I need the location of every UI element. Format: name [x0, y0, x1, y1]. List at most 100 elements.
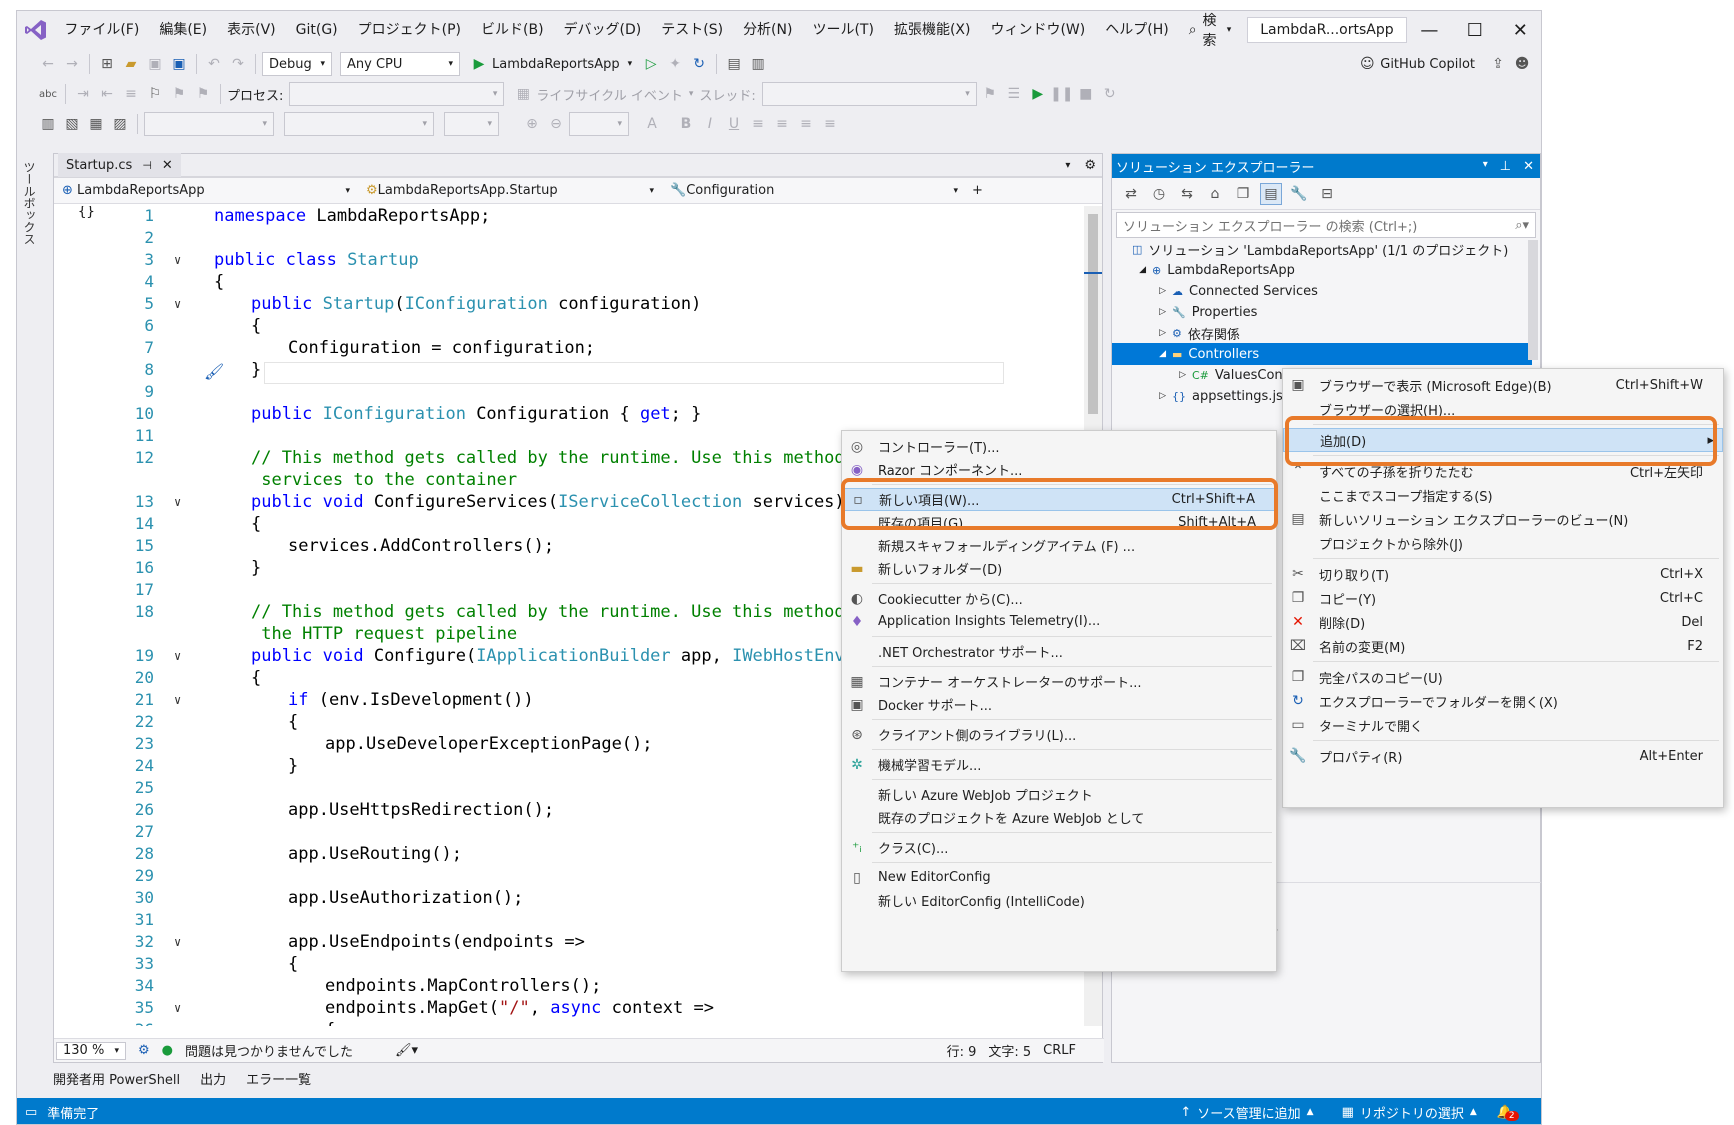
menu-item[interactable]: ⁺ᵢ クラス(C)... [842, 836, 1276, 859]
tree-node[interactable]: ◢ ⊕ LambdaReportsApp [1112, 259, 1532, 281]
menu-item[interactable]: 新しい Azure WebJob プロジェクト [842, 783, 1276, 806]
comment-icon[interactable]: ≡ [120, 83, 142, 105]
menu-item[interactable]: 拡張機能(X) [884, 11, 981, 49]
preview-icon[interactable]: ⊟ [1316, 183, 1338, 205]
pin-icon[interactable]: ⊥ [1500, 159, 1511, 174]
continue-icon[interactable]: ▶ [1027, 83, 1049, 105]
platform-select[interactable]: Any CPU ▾ [340, 52, 460, 76]
format-select-1[interactable]: ▾ [144, 112, 274, 136]
bold-icon[interactable]: B [675, 113, 697, 135]
expander-icon[interactable]: ◢ [1112, 349, 1166, 359]
switch-views-icon[interactable]: ⇄ [1120, 183, 1142, 205]
code-line[interactable]: } [288, 756, 298, 778]
close-tab-icon[interactable]: ✕ [162, 158, 173, 173]
expander-icon[interactable]: ◢ [1112, 265, 1146, 275]
italic-icon[interactable]: I [699, 113, 721, 135]
menu-item[interactable]: ◐ Cookiecutter から(C)... [842, 587, 1276, 610]
show-all-files-icon[interactable]: ▤ [1260, 182, 1282, 205]
cleanup-icon[interactable]: 🖌▾ [395, 1043, 418, 1058]
undo-icon[interactable]: ↶ [203, 53, 225, 75]
run-target-label[interactable]: LambdaReportsApp [492, 57, 620, 72]
tree-node[interactable]: ▷ ☁ Connected Services [1112, 280, 1532, 302]
stack-icon[interactable]: ☰ [1003, 83, 1025, 105]
code-line[interactable]: app.UseHttpsRedirection(); [288, 800, 554, 822]
menu-item[interactable]: ウィンドウ(W) [980, 11, 1095, 49]
expander-icon[interactable]: ▷ [1112, 391, 1166, 401]
menu-item[interactable]: ヘルプ(H) [1095, 11, 1178, 49]
code-line[interactable]: the HTTP request pipeline [251, 624, 517, 646]
menu-item[interactable]: ツール(T) [802, 11, 883, 49]
code-line[interactable]: { [325, 1020, 335, 1026]
menu-item[interactable]: ▯ New EditorConfig [842, 866, 1276, 889]
menu-item[interactable]: テスト(S) [651, 11, 733, 49]
menu-item[interactable]: 分析(N) [733, 11, 802, 49]
nav-member-select[interactable]: 🔧Configuration ▾ [664, 179, 964, 203]
zoom-in-icon[interactable]: ⊕ [521, 113, 543, 135]
code-line[interactable]: endpoints.MapGet("/", async context => [325, 998, 714, 1020]
menu-item[interactable]: ✂ 切り取り(T) Ctrl+X [1283, 562, 1723, 586]
menu-item[interactable]: プロジェクトから除外(J) [1283, 531, 1723, 555]
tree-node[interactable]: ▷ ⚙ 依存関係 [1112, 322, 1532, 344]
menu-item[interactable]: ▦ コンテナー オーケストレーターのサポート... [842, 670, 1276, 693]
outdent-icon[interactable]: ⇤ [96, 83, 118, 105]
menu-item[interactable]: ⌧ 名前の変更(M) F2 [1283, 634, 1723, 658]
format-select-3[interactable]: ▾ [444, 112, 499, 136]
menu-item[interactable]: ♦ Application Insights Telemetry(I)... [842, 610, 1276, 633]
menu-item[interactable]: Git(G) [286, 11, 348, 49]
expander-icon[interactable]: ▷ [1112, 307, 1166, 317]
new-project-icon[interactable]: ⊞ [96, 53, 118, 75]
toolbox-panel[interactable]: ツールボックス [17, 151, 47, 1091]
maximize-button[interactable]: ☐ [1452, 20, 1497, 41]
copilot-button[interactable]: GitHub Copilot [1380, 57, 1475, 72]
tab-overflow-icon[interactable]: ▾ [1065, 160, 1070, 171]
fold-toggle-icon[interactable]: ∨ [174, 935, 181, 949]
lifecycle-label[interactable]: ライフサイクル イベント [536, 85, 682, 104]
menu-item[interactable]: ▣ Docker サポート... [842, 693, 1276, 716]
menu-item[interactable]: ▬ 新しいフォルダー(D) [842, 557, 1276, 580]
collapse-all-icon[interactable]: ❐ [1232, 183, 1254, 205]
feedback-icon[interactable]: ☻ [1511, 53, 1533, 75]
issues-status[interactable]: 問題は見つかりませんでした [185, 1041, 353, 1060]
home-icon[interactable]: ⌂ [1204, 183, 1226, 205]
eol-indicator[interactable]: CRLF [1043, 1043, 1076, 1058]
menu-item[interactable]: ❐ 完全パスのコピー(U) [1283, 665, 1723, 689]
code-line[interactable]: endpoints.MapControllers(); [325, 976, 601, 998]
close-button[interactable]: ✕ [1498, 20, 1541, 41]
nav-class-select[interactable]: ⚙LambdaReportsApp.Startup ▾ [360, 179, 660, 203]
code-line[interactable]: // This method gets called by the runtim… [251, 448, 916, 470]
code-line[interactable]: { [251, 668, 261, 690]
fold-toggle-icon[interactable]: ∨ [174, 297, 181, 311]
bottom-tab[interactable]: 開発者用 PowerShell [53, 1069, 180, 1088]
forward-icon[interactable]: → [61, 53, 83, 75]
menu-item[interactable]: ✕ 削除(D) Del [1283, 610, 1723, 634]
process-select[interactable]: ▾ [289, 82, 505, 106]
refresh-icon[interactable]: ↻ [688, 53, 710, 75]
menu-item[interactable]: 編集(E) [149, 11, 217, 49]
spellcheck-icon[interactable]: abc [37, 83, 59, 105]
fold-toggle-icon[interactable]: ∨ [174, 649, 181, 663]
save-all-icon[interactable]: ▣ [168, 53, 190, 75]
tree-node[interactable]: ◢ ▬ Controllers [1112, 343, 1532, 365]
add-to-source-control[interactable]: ソース管理に追加 [1197, 1103, 1300, 1122]
code-line[interactable]: public Startup(IConfiguration configurat… [251, 294, 701, 316]
quick-actions-icon[interactable]: 🖌 [204, 362, 224, 381]
search-icon[interactable]: ⌕▾ [1515, 218, 1529, 233]
window-menu-icon[interactable]: ▾ [1483, 159, 1488, 174]
menu-item[interactable]: .NET Orchestrator サポート... [842, 640, 1276, 663]
notifications-icon[interactable]: 🔔 2 [1497, 1105, 1519, 1121]
toolbox-label[interactable]: ツールボックス [21, 161, 38, 245]
split-icon[interactable]: + [972, 183, 983, 198]
close-icon[interactable]: ✕ [1523, 159, 1534, 174]
window-layout-icon[interactable]: ▥ [747, 53, 769, 75]
redo-icon[interactable]: ↷ [227, 53, 249, 75]
code-line[interactable]: public void ConfigureServices(IServiceCo… [251, 492, 845, 514]
code-line[interactable]: { [288, 712, 298, 734]
tree-node[interactable]: ▷ 🔧 Properties [1112, 301, 1532, 323]
zoom-level-select[interactable]: 130 % ▾ [56, 1041, 126, 1060]
menu-item[interactable]: ビルド(B) [471, 11, 554, 49]
code-line[interactable]: } [251, 558, 261, 580]
code-line[interactable]: app.UseRouting(); [288, 844, 462, 866]
minimize-button[interactable]: — [1407, 20, 1452, 41]
menu-item[interactable]: ◎ コントローラー(T)... [842, 435, 1276, 458]
back-icon[interactable]: ← [37, 53, 59, 75]
